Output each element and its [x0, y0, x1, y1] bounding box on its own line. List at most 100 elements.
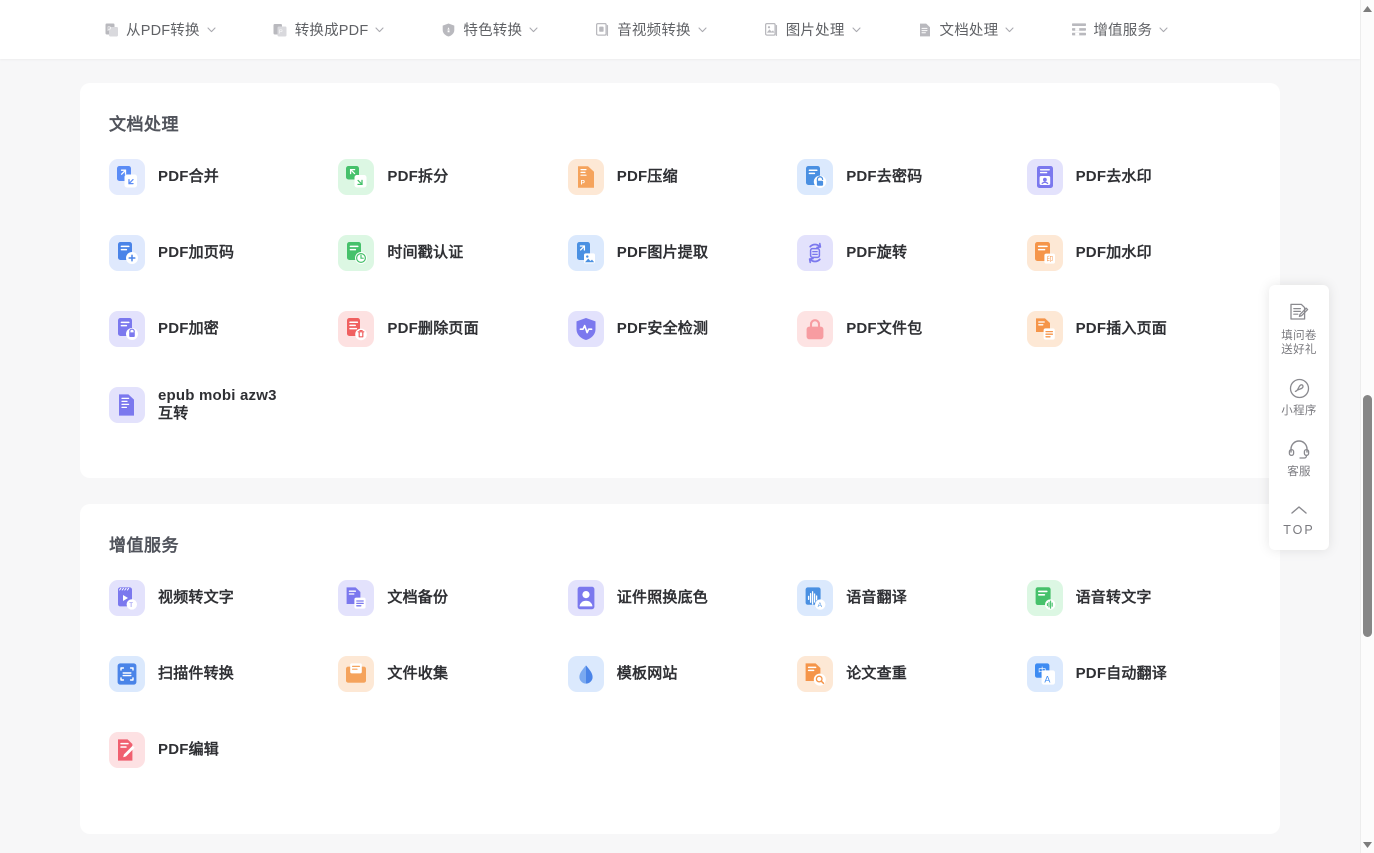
tool-item[interactable]: 文件收集 — [338, 650, 567, 698]
svg-text:P: P — [107, 27, 111, 33]
floating-side-dock: 填问卷送好礼小程序客服 TOP — [1269, 285, 1329, 550]
scroll-down-arrow-icon[interactable] — [1361, 836, 1374, 853]
svg-text:A: A — [1044, 674, 1050, 684]
tool-item[interactable]: PDF删除页面 — [338, 305, 567, 353]
dock-label-line1: 填问卷 — [1281, 330, 1317, 342]
tool-item[interactable]: T 视频转文字 — [109, 574, 338, 622]
miniprogram-icon — [1289, 375, 1310, 401]
tool-item[interactable]: PDF旋转 — [797, 229, 1026, 277]
tool-item[interactable]: 语音转文字 — [1026, 574, 1256, 622]
pdf-compress-icon: P — [567, 159, 604, 195]
tool-item[interactable]: A 语音翻译 — [797, 574, 1026, 622]
media-icon — [595, 22, 610, 37]
nav-item-2[interactable]: P 转换成PDF — [273, 15, 385, 45]
tool-item[interactable]: 模板网站 — [567, 650, 797, 698]
dock-item-label: 小程序 — [1281, 405, 1317, 417]
pdf-delete-page-icon — [338, 311, 375, 347]
tool-label: 时间戳认证 — [387, 244, 464, 261]
tool-item[interactable]: 印 PDF加水印 — [1026, 229, 1256, 277]
pdf-security-icon — [567, 311, 604, 347]
dock-item-4[interactable]: TOP — [1269, 488, 1329, 546]
list-icon — [1071, 22, 1086, 37]
tool-item[interactable]: PDF插入页面 — [1026, 305, 1256, 353]
tool-item[interactable]: PDF合并 — [109, 153, 338, 201]
tool-item[interactable]: 证件照换底色 — [567, 574, 797, 622]
chevron-down-icon[interactable] — [1005, 26, 1014, 33]
tool-label: 文档备份 — [387, 589, 449, 606]
tool-item[interactable]: PDF文件包 — [797, 305, 1026, 353]
chevron-down-icon[interactable] — [698, 26, 707, 33]
nav-item-label: 转换成PDF — [294, 23, 369, 39]
tool-item[interactable]: PDF加页码 — [109, 229, 338, 277]
tool-item[interactable]: 扫描件转换 — [109, 650, 338, 698]
tool-label: 论文查重 — [846, 665, 907, 682]
chevron-down-icon[interactable] — [529, 26, 538, 33]
section-card-document-processing: 文档处理 PDF合并 PDF拆分 P PDF压缩 PDF去密码 PDF去水印 PDF加页码 时… — [80, 83, 1280, 478]
chevron-down-icon[interactable] — [207, 26, 216, 33]
nav-item-7[interactable]: 增值服务 — [1071, 15, 1168, 45]
tool-item[interactable]: PDF去水印 — [1026, 153, 1256, 201]
nav-item-4[interactable]: 音视频转换 — [595, 15, 707, 45]
dock-item-label: TOP — [1283, 523, 1315, 537]
nav-item-6[interactable]: 文档处理 — [918, 15, 1015, 45]
nav-item-3[interactable]: 特色转换 — [441, 15, 538, 45]
vertical-scrollbar[interactable] — [1360, 0, 1374, 853]
tool-label: 视频转文字 — [158, 589, 235, 606]
pdf-translate-icon: 中A — [1026, 656, 1063, 692]
pdf-extract-image-icon — [567, 235, 604, 271]
dock-label-line2: 送好礼 — [1281, 344, 1317, 356]
nav-item-label: 音视频转换 — [617, 23, 691, 39]
tool-item[interactable]: 中 A PDF自动翻译 — [1026, 650, 1256, 698]
chevron-down-icon[interactable] — [375, 26, 384, 33]
tool-item[interactable]: PDF编辑 — [109, 726, 338, 774]
svg-text:P: P — [580, 179, 585, 186]
tool-grid-value-added-services: T 视频转文字 文档备份 证件照换底色 A 语音翻译 语音转文字扫描件转换 文件收集 模板网站 论… — [109, 574, 1256, 774]
tool-label: PDF插入页面 — [1075, 320, 1167, 337]
from-pdf-icon: P — [104, 22, 119, 37]
tool-item[interactable]: epub mobi azw3互转 — [109, 381, 338, 429]
scroll-up-arrow-icon[interactable] — [1361, 0, 1374, 17]
chevron-down-icon[interactable] — [1159, 26, 1168, 33]
chevron-down-icon[interactable] — [851, 26, 861, 33]
tool-item[interactable]: PDF去密码 — [797, 153, 1026, 201]
dock-item-3[interactable]: 客服 — [1269, 427, 1329, 488]
tool-label: PDF去密码 — [846, 168, 923, 185]
scrollbar-thumb[interactable] — [1363, 395, 1372, 637]
video-to-text-icon: T — [109, 580, 145, 616]
tool-label: PDF编辑 — [158, 741, 220, 758]
tool-label: PDF删除页面 — [387, 320, 479, 337]
tool-item[interactable]: 文档备份 — [338, 574, 567, 622]
ebook-convert-icon — [109, 387, 145, 423]
pdf-insert-page-icon — [1026, 311, 1063, 347]
dock-item-2[interactable]: 小程序 — [1269, 366, 1329, 427]
tool-item[interactable]: PDF图片提取 — [567, 229, 797, 277]
headset-icon — [1288, 436, 1310, 462]
nav-item-label: 特色转换 — [463, 23, 523, 39]
tool-label: 文件收集 — [387, 665, 449, 682]
pdf-rotate-icon — [797, 235, 834, 271]
dock-item-1[interactable]: 填问卷 送好礼 — [1269, 291, 1329, 366]
document-icon — [918, 22, 933, 37]
template-site-icon — [567, 656, 604, 692]
plagiarism-check-icon — [797, 656, 834, 692]
pdf-page-number-icon — [109, 235, 145, 271]
tool-item[interactable]: PDF加密 — [109, 305, 338, 353]
tool-label: 证件照换底色 — [616, 589, 708, 606]
tool-item[interactable]: 时间戳认证 — [338, 229, 567, 277]
timestamp-icon — [338, 235, 375, 271]
pdf-watermark-icon: 印 — [1026, 235, 1063, 271]
nav-item-label: 图片处理 — [785, 23, 845, 39]
svg-text:A: A — [818, 602, 823, 609]
tool-item[interactable]: PDF安全检测 — [567, 305, 797, 353]
tool-item[interactable]: 论文查重 — [797, 650, 1026, 698]
svg-text:P: P — [279, 29, 283, 35]
nav-item-1[interactable]: P 从PDF转换 — [104, 15, 216, 45]
tool-label: PDF文件包 — [846, 320, 923, 337]
dock-item-label: 填问卷 送好礼 — [1281, 329, 1316, 357]
tool-item[interactable]: PDF拆分 — [338, 153, 567, 201]
tool-item[interactable]: P PDF压缩 — [567, 153, 797, 201]
tool-label: epub mobi azw3互转 — [158, 387, 277, 422]
pdf-remove-mark-icon — [1026, 159, 1063, 195]
scan-convert-icon — [109, 656, 145, 692]
nav-item-5[interactable]: 图片处理 — [764, 15, 861, 45]
